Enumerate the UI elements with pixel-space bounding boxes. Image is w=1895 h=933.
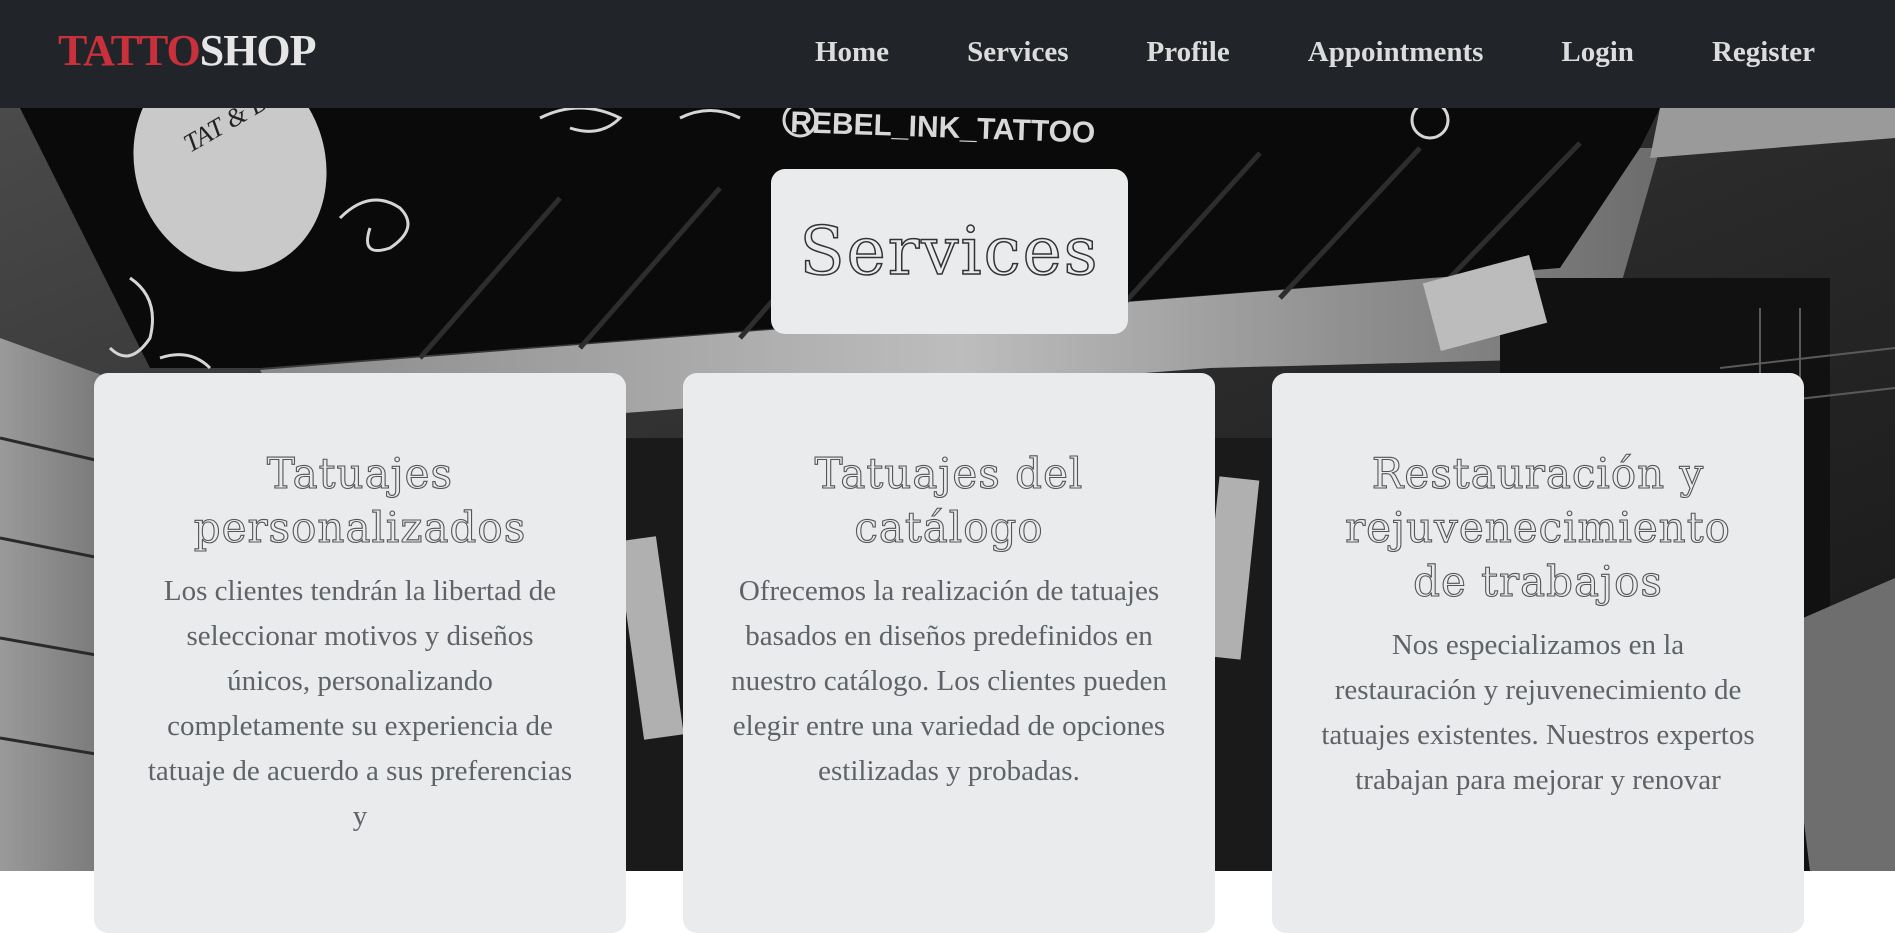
- page-title-box: Services: [771, 169, 1128, 334]
- service-card-description: Los clientes tendrán la libertad de sele…: [147, 575, 573, 832]
- brand-logo[interactable]: TATTOSHOP: [58, 24, 317, 78]
- service-card-catalog: Tatuajes del catálogo Ofrecemos la reali…: [683, 373, 1215, 933]
- nav-link-profile[interactable]: Profile: [1147, 30, 1230, 74]
- nav-link-register[interactable]: Register: [1712, 30, 1815, 74]
- nav-link-services[interactable]: Services: [967, 30, 1068, 74]
- navbar: TATTOSHOP Home Services Profile Appointm…: [0, 0, 1895, 108]
- brand-logo-part1: TATTO: [58, 26, 201, 75]
- service-card-restoration: Restauración y rejuvenecimiento de traba…: [1272, 373, 1804, 933]
- service-card-title: Restauración y rejuvenecimiento de traba…: [1345, 448, 1731, 606]
- page-title: Services: [799, 212, 1100, 291]
- service-card-description: Nos especializamos en la restauración y …: [1321, 629, 1755, 796]
- service-card-title: Tatuajes del catálogo: [814, 448, 1084, 552]
- service-card-custom: Tatuajes personalizados Los clientes ten…: [94, 373, 626, 933]
- service-card-description: Ofrecemos la realización de tatuajes bas…: [731, 575, 1167, 787]
- nav-links: Home Services Profile Appointments Login…: [815, 30, 1815, 74]
- brand-logo-part2: SHOP: [199, 26, 317, 75]
- nav-link-appointments[interactable]: Appointments: [1308, 30, 1484, 74]
- nav-link-home[interactable]: Home: [815, 30, 889, 74]
- service-card-title: Tatuajes personalizados: [193, 448, 527, 552]
- nav-link-login[interactable]: Login: [1561, 30, 1634, 74]
